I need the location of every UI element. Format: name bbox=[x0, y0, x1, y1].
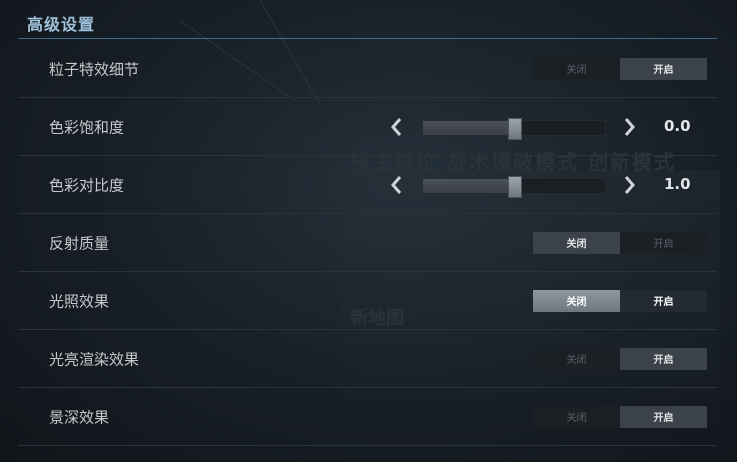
setting-label: 粒子特效细节 bbox=[49, 60, 140, 78]
chevron-right-icon[interactable] bbox=[620, 115, 640, 139]
toggle-off-option[interactable]: 关闭 bbox=[533, 405, 620, 428]
setting-row-lighting: 光照效果 关闭 开启 bbox=[18, 272, 717, 330]
chevron-left-icon[interactable] bbox=[386, 115, 406, 139]
toggle-off-option[interactable]: 关闭 bbox=[533, 57, 620, 80]
setting-label: 色彩对比度 bbox=[49, 176, 125, 194]
toggle-on-option[interactable]: 开启 bbox=[620, 57, 707, 80]
toggle-on-option[interactable]: 开启 bbox=[620, 289, 707, 312]
slider-value: 0.0 bbox=[664, 116, 691, 135]
setting-label: 色彩饱和度 bbox=[49, 118, 125, 136]
lighting-toggle[interactable]: 关闭 开启 bbox=[533, 289, 707, 312]
contrast-slider[interactable]: 1.0 bbox=[386, 173, 706, 198]
toggle-on-option[interactable]: 开启 bbox=[620, 231, 707, 254]
toggle-on-option[interactable]: 开启 bbox=[620, 347, 707, 370]
setting-label: 光照效果 bbox=[49, 292, 110, 310]
saturation-slider[interactable]: 0.0 bbox=[386, 115, 706, 140]
reflection-quality-toggle[interactable]: 关闭 开启 bbox=[533, 231, 707, 254]
toggle-off-option[interactable]: 关闭 bbox=[533, 289, 620, 312]
depth-of-field-toggle[interactable]: 关闭 开启 bbox=[533, 405, 707, 428]
slider-thumb[interactable] bbox=[508, 175, 522, 198]
slider-fill bbox=[423, 178, 514, 193]
chevron-left-icon[interactable] bbox=[386, 173, 406, 197]
slider-thumb[interactable] bbox=[508, 117, 522, 140]
slider-fill bbox=[423, 120, 514, 135]
slider-value: 1.0 bbox=[664, 174, 691, 193]
setting-label: 光亮渲染效果 bbox=[49, 350, 140, 368]
setting-row-depth-of-field: 景深效果 关闭 开启 bbox=[18, 388, 717, 446]
toggle-off-option[interactable]: 关闭 bbox=[533, 347, 620, 370]
chevron-right-icon[interactable] bbox=[620, 173, 640, 197]
bloom-toggle[interactable]: 关闭 开启 bbox=[533, 347, 707, 370]
slider-track[interactable] bbox=[422, 175, 606, 198]
setting-row-particle-detail: 粒子特效细节 关闭 开启 bbox=[18, 40, 717, 98]
slider-track[interactable] bbox=[422, 117, 606, 140]
toggle-off-option[interactable]: 关闭 bbox=[533, 231, 620, 254]
setting-row-bloom: 光亮渲染效果 关闭 开启 bbox=[18, 330, 717, 388]
setting-label: 景深效果 bbox=[49, 408, 110, 426]
setting-row-saturation: 色彩饱和度 0.0 bbox=[18, 98, 717, 156]
setting-label: 反射质量 bbox=[49, 234, 110, 252]
particle-detail-toggle[interactable]: 关闭 开启 bbox=[533, 57, 707, 80]
toggle-on-option[interactable]: 开启 bbox=[620, 405, 707, 428]
panel-header: 高级设置 bbox=[18, 0, 717, 39]
setting-row-reflection-quality: 反射质量 关闭 开启 bbox=[18, 214, 717, 272]
setting-row-contrast: 色彩对比度 1.0 bbox=[18, 156, 717, 214]
panel-title: 高级设置 bbox=[27, 15, 96, 34]
